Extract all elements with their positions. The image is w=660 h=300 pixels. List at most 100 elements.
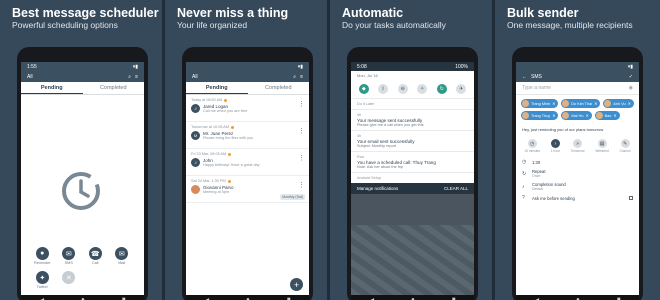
close-icon[interactable]: ✕: [552, 113, 555, 118]
filter-dropdown[interactable]: All: [192, 74, 198, 80]
notification-item[interactable]: 4h Your message sent successfully Please g…: [351, 109, 474, 130]
airplane-icon[interactable]: ✈: [456, 84, 467, 94]
phone-screen: 5:08 100% Mon, Jul 16 ◆ ᛒ ⊖ ✧ ↻ ✈ Do it …: [351, 62, 474, 300]
sound-option[interactable]: ♪ Completion sound Default: [516, 180, 639, 193]
tab-pending[interactable]: Pending: [21, 82, 83, 94]
notification-item[interactable]: 4h Your email sent successfully Subject: M…: [351, 130, 474, 151]
quick-settings: ◆ ᛒ ⊖ ✧ ↻ ✈: [351, 80, 474, 98]
close-icon: ✕: [62, 271, 76, 284]
notification-item[interactable]: Android Setup: [351, 172, 474, 183]
ask-before-option[interactable]: ? Ask me before sending: [516, 193, 639, 203]
notification-item[interactable]: Do it Later: [351, 98, 474, 109]
pending-dot-icon: [224, 98, 228, 102]
mail-button[interactable]: ✉ Mail: [109, 247, 136, 265]
back-icon[interactable]: ◀: [535, 297, 540, 300]
more-icon[interactable]: ⋮: [298, 181, 305, 189]
close-button[interactable]: ✕: [56, 271, 83, 289]
app-bar: All ⌕ ≡: [21, 71, 144, 82]
schedule-option[interactable]: › 1 hour: [551, 139, 560, 153]
avatar: [604, 100, 612, 107]
nav-bar: ◀●■: [351, 295, 474, 300]
clock-icon: ◷: [527, 139, 537, 148]
phone-screen: 1:55 ▾▮ All ⌕ ≡ Pending Completed ● Remi…: [21, 62, 144, 300]
more-icon[interactable]: ⋮: [298, 154, 305, 162]
back-icon[interactable]: ◀: [40, 297, 45, 300]
twitter-button[interactable]: ✦ Twitter: [29, 271, 56, 289]
back-arrow-icon[interactable]: ←: [522, 74, 527, 80]
back-icon[interactable]: ◀: [205, 297, 210, 300]
clear-all-button[interactable]: CLEAR ALL: [444, 186, 468, 191]
close-icon[interactable]: ✕: [552, 101, 555, 106]
schedule-options: ◷ 15 minutes › 1 hour » Tomorrow ▤ Weekend ✎…: [516, 135, 639, 157]
tab-bar: Pending Completed: [21, 82, 144, 95]
more-icon[interactable]: ⋮: [298, 127, 305, 135]
bluetooth-icon[interactable]: ᛒ: [378, 84, 389, 94]
phone-frame: 1:55 ▾▮ All ⌕ ≡ Pending Completed ● Remi…: [17, 47, 148, 300]
screenshot-strip: Best message scheduler Powerful scheduli…: [0, 0, 660, 300]
time-option[interactable]: ◷ 1:30: [516, 157, 639, 167]
manage-notifications-link[interactable]: Manage notifications: [357, 186, 398, 191]
sms-button[interactable]: ✉ SMS: [56, 247, 83, 265]
panel-subtitle: One message, multiple recipients: [507, 20, 633, 30]
flashlight-icon[interactable]: ✧: [417, 84, 428, 94]
avatar: [562, 100, 570, 107]
panel-title: Best message scheduler: [12, 6, 159, 20]
reminder-button[interactable]: ● Reminder: [29, 247, 56, 265]
contacts-icon[interactable]: ◉: [629, 85, 633, 91]
recipient-chips: Trang Minh ✕ Do Kim Thai ✕ Anh Vu ✕ Trang T…: [516, 95, 639, 124]
more-icon[interactable]: ⋮: [298, 100, 305, 108]
avatar: [191, 185, 200, 194]
tab-completed[interactable]: Completed: [248, 82, 310, 94]
tab-pending[interactable]: Pending: [186, 82, 248, 94]
schedule-option[interactable]: » Tomorrow: [571, 139, 585, 153]
app-bar: All ⌕ ≡: [186, 71, 309, 82]
message-text[interactable]: Hey, just reminding you of our plans tom…: [516, 124, 639, 135]
recipient-chip[interactable]: Trang Minh ✕: [521, 99, 559, 108]
wifi-icon[interactable]: ◆: [358, 84, 369, 94]
dnd-icon[interactable]: ⊖: [397, 84, 408, 94]
phone-icon: ☎: [88, 247, 102, 260]
status-bar: ▾▮: [516, 62, 639, 71]
recipient-chip[interactable]: Bao ✕: [594, 111, 620, 120]
close-icon[interactable]: ✕: [585, 113, 588, 118]
list-item[interactable]: Tomorrow at 10:08 AM M Mr. Juan Perez Plea…: [186, 122, 309, 149]
phone-screen: ▾▮ All ⌕ ≡ Pending Completed Today at 08:…: [186, 62, 309, 300]
close-icon[interactable]: ✕: [594, 101, 597, 106]
check-icon[interactable]: ✓: [629, 74, 633, 80]
schedule-option[interactable]: ▤ Weekend: [595, 139, 609, 153]
close-icon[interactable]: ✕: [628, 101, 631, 106]
notification-item[interactable]: Run You have a scheduled call: Thuy Trang…: [351, 151, 474, 172]
list-item[interactable]: Sat 24 Mar, 1:30 PM Giovanni Paino Meetin…: [186, 176, 309, 203]
add-button[interactable]: +: [290, 278, 303, 291]
tab-completed[interactable]: Completed: [83, 82, 145, 94]
nav-bar: ◀●■: [186, 295, 309, 300]
recipient-chip[interactable]: Anh Vu ✕: [603, 99, 634, 108]
screen-title: SMS: [531, 73, 542, 80]
menu-icon[interactable]: ≡: [300, 74, 303, 80]
close-icon[interactable]: ✕: [613, 113, 616, 118]
search-icon[interactable]: ⌕: [128, 74, 131, 80]
list-item[interactable]: Fri 23 Mar, 09:05 AM J John Happy birthday…: [186, 149, 309, 176]
contact-input[interactable]: Type a name ◉: [516, 82, 639, 95]
recipient-chip[interactable]: Do Kim Thai ✕: [561, 99, 601, 108]
ask-checkbox[interactable]: [629, 196, 633, 200]
phone-frame: ▾▮ All ⌕ ≡ Pending Completed Today at 08:…: [182, 47, 313, 300]
rotate-icon[interactable]: ↻: [436, 84, 447, 94]
panel-title: Bulk sender: [507, 6, 579, 20]
search-icon[interactable]: ⌕: [293, 74, 296, 80]
call-button[interactable]: ☎ Call: [82, 247, 109, 265]
filter-dropdown[interactable]: All: [27, 74, 33, 80]
back-icon[interactable]: ◀: [370, 297, 375, 300]
list-item[interactable]: Today at 08:52 AM J Jared Logan Call me wh…: [186, 95, 309, 122]
recipient-chip[interactable]: Mai Ho ✕: [561, 111, 592, 120]
repeat-option[interactable]: ↻ Repeat Once: [516, 167, 639, 180]
panel-subtitle: Do your tasks automatically: [342, 20, 446, 30]
recipient-chip[interactable]: Trang Thuy ✕: [521, 111, 559, 120]
calendar-icon: ▤: [597, 139, 607, 148]
double-chevron-icon: »: [573, 139, 583, 148]
schedule-option[interactable]: ◷ 15 minutes: [524, 139, 540, 153]
twitter-icon: ✦: [35, 271, 49, 284]
menu-icon[interactable]: ≡: [135, 74, 138, 80]
avatar: [595, 112, 603, 119]
schedule-option[interactable]: ✎ Custom: [620, 139, 631, 153]
